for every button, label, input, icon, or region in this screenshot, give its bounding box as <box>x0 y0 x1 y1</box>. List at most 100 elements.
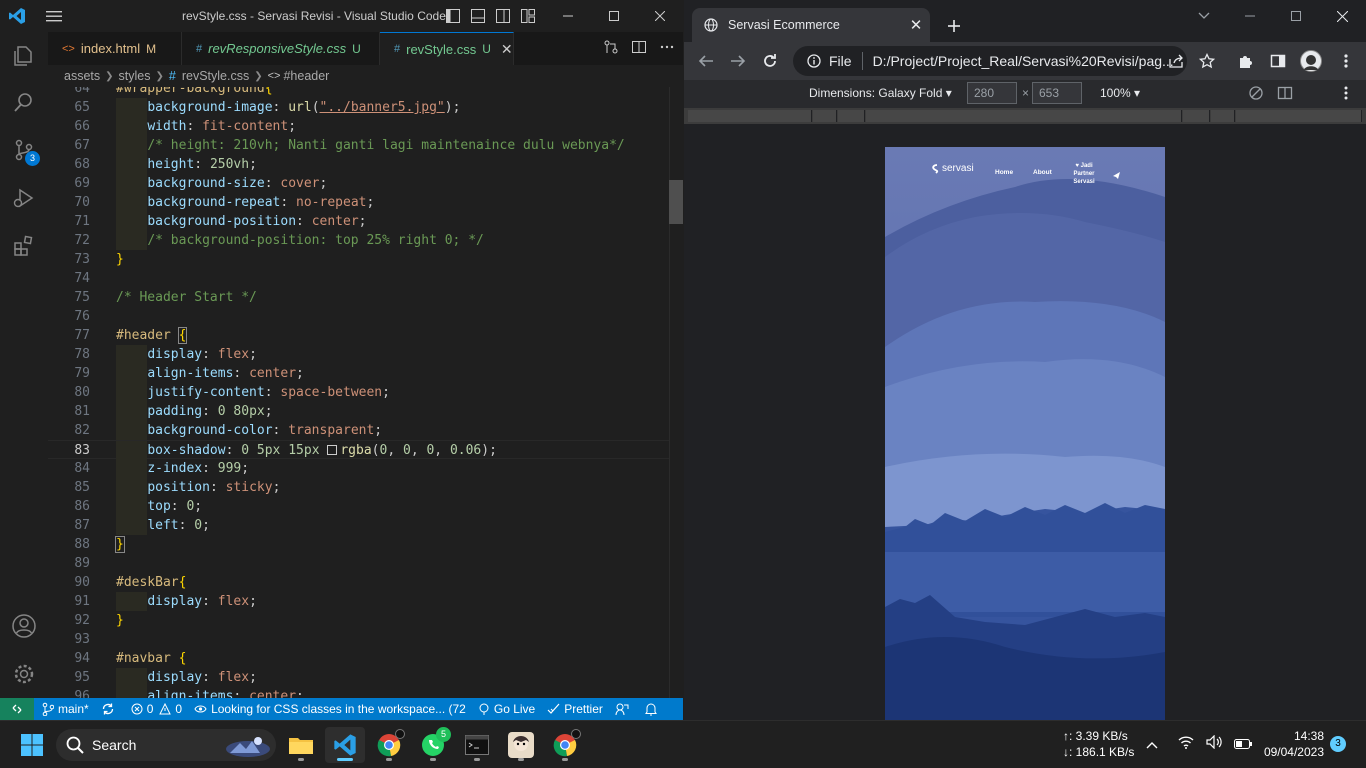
toggle-panel-icon[interactable] <box>470 8 486 24</box>
go-live-button[interactable]: Go Live <box>472 698 541 720</box>
customize-layout-icon[interactable] <box>520 8 536 24</box>
extensions-icon[interactable] <box>0 222 48 270</box>
scrollbar-thumb[interactable] <box>669 180 683 224</box>
code-line[interactable]: 95 display: flex; <box>48 668 670 687</box>
reload-icon[interactable] <box>756 47 784 75</box>
volume-icon[interactable] <box>1206 734 1222 754</box>
viewport-height-input[interactable]: 653 <box>1032 82 1082 104</box>
prettier-status[interactable]: Prettier <box>541 698 609 720</box>
tab-revresponsivestyle-css[interactable]: # revResponsiveStyle.css U <box>182 32 380 65</box>
code-line[interactable]: 70 background-repeat: no-repeat; <box>48 193 670 212</box>
code-line[interactable]: 64 #wrapper-background{ <box>48 87 670 98</box>
source-control-icon[interactable]: 3 <box>0 126 48 174</box>
tab-close-icon[interactable]: ✕ <box>501 41 513 58</box>
site-info[interactable]: File <box>807 53 852 69</box>
split-editor-icon[interactable] <box>631 39 647 59</box>
feedback-icon[interactable] <box>609 698 639 720</box>
code-line[interactable]: 76 <box>48 307 670 326</box>
chrome-menu-kebab-icon[interactable] <box>1332 47 1360 75</box>
code-line[interactable]: 80 justify-content: space-between; <box>48 383 670 402</box>
code-line[interactable]: 93 <box>48 630 670 649</box>
device-dimensions-select[interactable]: Dimensions: Galaxy Fold ▾ <box>809 86 952 100</box>
code-line[interactable]: 83 box-shadow: 0 5px 15px rgba(0, 0, 0, … <box>48 440 670 460</box>
code-line[interactable]: 74 <box>48 269 670 288</box>
maximize-icon[interactable] <box>1273 0 1319 32</box>
code-line[interactable]: 85 position: sticky; <box>48 478 670 497</box>
minimize-icon[interactable] <box>1227 0 1273 32</box>
dual-screen-icon[interactable] <box>1277 85 1293 104</box>
browser-tab[interactable]: Servasi Ecommerce ✕ <box>692 8 930 42</box>
tab-close-icon[interactable]: ✕ <box>902 16 930 34</box>
tab-revstyle-css[interactable]: # revStyle.css U ✕ <box>380 32 514 65</box>
file-explorer-icon[interactable] <box>281 727 321 763</box>
maximize-icon[interactable] <box>591 0 637 32</box>
code-line[interactable]: 82 background-color: transparent; <box>48 421 670 440</box>
new-tab-plus-icon[interactable] <box>942 14 966 38</box>
run-debug-icon[interactable] <box>0 174 48 222</box>
nav-partner-link[interactable]: ♥ Jadi Partner Servasi <box>1069 162 1099 186</box>
vscode-taskbar-icon[interactable] <box>325 727 365 763</box>
sync-icon[interactable] <box>95 698 125 720</box>
paper-plane-icon[interactable] <box>1112 167 1121 185</box>
close-icon[interactable] <box>637 0 683 32</box>
code-line[interactable]: 90 #deskBar{ <box>48 573 670 592</box>
tab-index-html[interactable]: <> index.html M <box>48 32 182 65</box>
code-line[interactable]: 92} <box>48 611 670 630</box>
bookmark-star-icon[interactable] <box>1193 47 1221 75</box>
open-changes-icon[interactable] <box>603 39 619 59</box>
taskbar-search-box[interactable]: Search <box>56 729 276 761</box>
code-line[interactable]: 81 padding: 0 80px; <box>48 402 670 421</box>
media-query-ruler[interactable] <box>684 108 1366 124</box>
hamburger-menu-icon[interactable] <box>34 0 74 32</box>
device-options-kebab-icon[interactable] <box>1344 85 1348 104</box>
code-line[interactable]: 67 /* height: 210vh; Nanti ganti lagi ma… <box>48 136 670 155</box>
toggle-secondary-sidebar-icon[interactable] <box>495 8 511 24</box>
extensions-puzzle-icon[interactable] <box>1232 47 1260 75</box>
code-line[interactable]: 87 left: 0; <box>48 516 670 535</box>
zoom-select[interactable]: 100% ▾ <box>1100 86 1140 100</box>
breadcrumb-item[interactable]: revStyle.css <box>182 69 249 83</box>
code-line[interactable]: 69 background-size: cover; <box>48 174 670 193</box>
code-line[interactable]: 91 display: flex; <box>48 592 670 611</box>
chrome-profile-taskbar-icon[interactable] <box>545 727 585 763</box>
code-line[interactable]: 89 <box>48 554 670 573</box>
code-line[interactable]: 79 align-items: center; <box>48 364 670 383</box>
side-panel-icon[interactable] <box>1264 47 1292 75</box>
code-line[interactable]: 66 width: fit-content; <box>48 117 670 136</box>
code-line[interactable]: 88} <box>48 535 670 554</box>
close-icon[interactable] <box>1319 0 1365 32</box>
explorer-icon[interactable] <box>0 32 48 80</box>
toggle-primary-sidebar-icon[interactable] <box>445 8 461 24</box>
settings-gear-icon[interactable] <box>0 650 48 698</box>
problems-indicator[interactable]: 0 0 <box>125 698 188 720</box>
minimize-icon[interactable] <box>545 0 591 32</box>
back-arrow-icon[interactable] <box>692 47 720 75</box>
code-editor[interactable]: 64 #wrapper-background{65 background-imag… <box>48 87 683 698</box>
code-line[interactable]: 84 z-index: 999; <box>48 459 670 478</box>
address-bar[interactable]: File D:/Project/Project_Real/Servasi%20R… <box>793 46 1187 76</box>
code-line[interactable]: 71 background-position: center; <box>48 212 670 231</box>
taskbar-clock[interactable]: 14:38 09/04/2023 <box>1258 728 1324 760</box>
nav-home-link[interactable]: Home <box>995 169 1013 176</box>
forward-arrow-icon[interactable] <box>724 47 752 75</box>
code-line[interactable]: 94 #navbar { <box>48 649 670 668</box>
more-actions-icon[interactable] <box>659 39 675 59</box>
git-branch[interactable]: main* <box>34 698 95 720</box>
anime-app-icon[interactable] <box>501 727 541 763</box>
start-windows-icon[interactable] <box>12 727 52 763</box>
share-icon[interactable] <box>1162 47 1190 75</box>
breadcrumb-item[interactable]: styles <box>119 69 151 83</box>
viewport-width-input[interactable]: 280 <box>967 82 1017 104</box>
code-line[interactable]: 72 /* background-position: top 25% right… <box>48 231 670 250</box>
code-line[interactable]: 75 /* Header Start */ <box>48 288 670 307</box>
battery-icon[interactable] <box>1234 736 1252 754</box>
code-line[interactable]: 78 display: flex; <box>48 345 670 364</box>
code-line[interactable]: 68 height: 250vh; <box>48 155 670 174</box>
wifi-icon[interactable] <box>1178 735 1194 754</box>
notifications-bell-icon[interactable] <box>639 698 667 720</box>
site-logo[interactable]: servasi <box>931 163 974 174</box>
search-icon[interactable] <box>0 78 48 126</box>
rotate-icon[interactable] <box>1248 85 1264 104</box>
breadcrumb-item[interactable]: assets <box>64 69 100 83</box>
breadcrumb-item[interactable]: #header <box>283 69 329 83</box>
